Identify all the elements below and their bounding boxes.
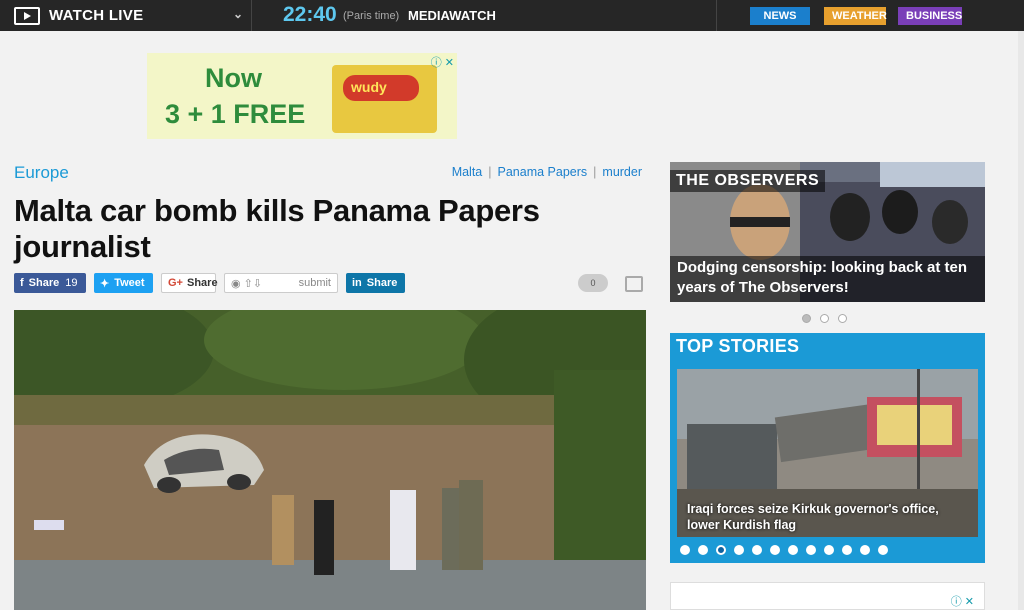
chevron-down-icon[interactable]: ⌄ xyxy=(233,7,243,21)
reddit-submit-label: submit xyxy=(298,277,331,289)
tag-link[interactable]: Panama Papers xyxy=(498,165,588,179)
ad-line-1: Now xyxy=(205,63,262,93)
facebook-share-label: Share xyxy=(28,277,60,289)
weather-button[interactable]: WEATHER xyxy=(824,7,887,25)
tag-separator: | xyxy=(488,165,492,179)
tag-separator: | xyxy=(593,165,597,179)
ad-choices-icon[interactable]: ⓘ ✕ xyxy=(431,54,454,70)
print-icon[interactable] xyxy=(625,276,643,292)
share-bar: f Share 19 ✦ Tweet G+ Share ◉ ⇧⇩ submit … xyxy=(14,273,405,293)
article-photo xyxy=(14,310,646,610)
comment-count[interactable]: 0 xyxy=(578,274,608,292)
carousel-dot[interactable] xyxy=(734,545,744,555)
ad-brand: wudy xyxy=(351,79,387,95)
facebook-icon: f xyxy=(20,277,24,289)
top-stories-carousel-dots xyxy=(680,545,888,555)
reddit-submit-button[interactable]: ◉ ⇧⇩ submit xyxy=(224,273,338,293)
carousel-dot[interactable] xyxy=(820,314,829,323)
carousel-dot[interactable] xyxy=(680,545,690,555)
google-plus-share-button[interactable]: G+ Share xyxy=(161,273,218,293)
ad-line-2: 3 + 1 FREE xyxy=(165,99,306,129)
facebook-share-button[interactable]: f Share 19 xyxy=(14,273,86,293)
top-stories-title: TOP STORIES xyxy=(676,336,800,356)
carousel-dot[interactable] xyxy=(698,545,708,555)
tag-list: Malta | Panama Papers | murder xyxy=(452,165,642,179)
ad-choices-icon[interactable]: ⓘ ✕ xyxy=(951,593,974,609)
tag-link[interactable]: murder xyxy=(602,165,642,179)
photo-scene xyxy=(14,310,646,610)
divider xyxy=(716,0,717,31)
carousel-dot[interactable] xyxy=(824,545,834,555)
carousel-dot[interactable] xyxy=(806,545,816,555)
twitter-share-label: Tweet xyxy=(114,277,145,289)
business-button[interactable]: BUSINESS xyxy=(898,7,962,25)
tv-icon xyxy=(14,6,40,25)
carousel-dot[interactable] xyxy=(838,314,847,323)
carousel-dot[interactable] xyxy=(860,545,870,555)
observers-caption[interactable]: Dodging censorship: looking back at ten … xyxy=(670,256,985,302)
twitter-icon: ✦ xyxy=(100,277,110,290)
top-bar: WATCH LIVE ⌄ 22:40 (Paris time) MEDIAWAT… xyxy=(0,0,1024,31)
current-time: 22:40 xyxy=(283,3,337,26)
observers-carousel-dots xyxy=(802,314,847,323)
watch-live-button[interactable]: WATCH LIVE ⌄ xyxy=(0,0,252,31)
reddit-icon: ◉ ⇧⇩ xyxy=(231,277,263,290)
observers-logo: THE OBSERVERS xyxy=(670,170,826,192)
time-zone: (Paris time) xyxy=(343,10,400,22)
section-link[interactable]: Europe xyxy=(14,163,69,183)
linkedin-icon: in xyxy=(352,277,362,289)
carousel-dot[interactable] xyxy=(788,545,798,555)
top-story-caption[interactable]: Iraqi forces seize Kirkuk governor's off… xyxy=(677,501,978,533)
google-plus-icon: G+ xyxy=(168,277,183,289)
carousel-dot[interactable] xyxy=(878,545,888,555)
top-story-card[interactable]: Iraqi forces seize Kirkuk governor's off… xyxy=(677,369,978,537)
carousel-dot[interactable] xyxy=(770,545,780,555)
tag-link[interactable]: Malta xyxy=(452,165,483,179)
carousel-dot[interactable] xyxy=(802,314,811,323)
watch-live-label: WATCH LIVE xyxy=(49,7,144,24)
top-stories-widget: TOP STORIES Iraqi forces seize Kirkuk go… xyxy=(670,333,985,563)
carousel-dot[interactable] xyxy=(842,545,852,555)
article-headline: Malta car bomb kills Panama Papers journ… xyxy=(14,193,540,264)
current-show[interactable]: MEDIAWATCH xyxy=(408,8,496,23)
scrollbar[interactable] xyxy=(1018,31,1024,610)
facebook-share-count: 19 xyxy=(65,277,78,289)
google-share-label: Share xyxy=(186,277,218,289)
observers-card[interactable]: THE OBSERVERS Dodging censorship: lookin… xyxy=(670,162,985,302)
twitter-share-button[interactable]: ✦ Tweet xyxy=(94,273,153,293)
linkedin-share-button[interactable]: in Share xyxy=(346,273,405,293)
carousel-dot[interactable] xyxy=(716,545,726,555)
news-button[interactable]: NEWS xyxy=(750,7,810,25)
bottom-ad-banner[interactable]: ⓘ ✕ xyxy=(670,582,985,610)
carousel-dot[interactable] xyxy=(752,545,762,555)
ad-banner[interactable]: Now 3 + 1 FREE wudy ⓘ ✕ xyxy=(147,53,457,139)
linkedin-share-label: Share xyxy=(366,277,398,289)
